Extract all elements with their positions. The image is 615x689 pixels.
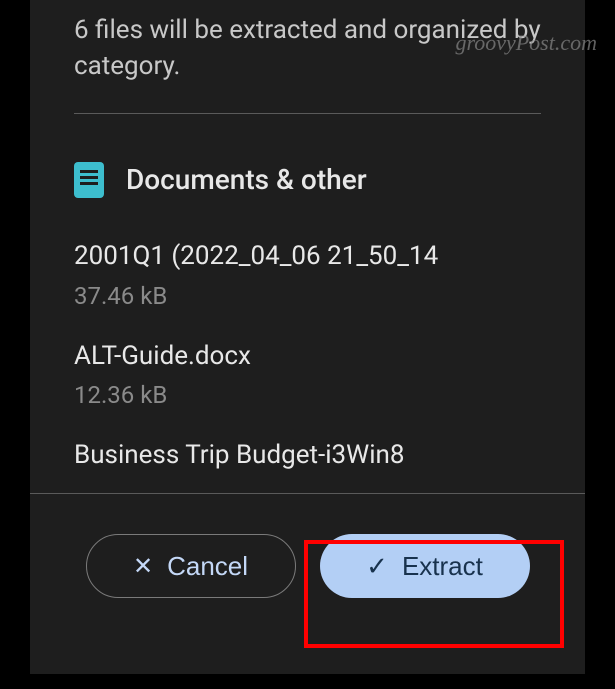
cancel-button[interactable]: ✕ Cancel bbox=[86, 534, 296, 598]
file-name: 2001Q1 (2022_04_06 21_50_14 bbox=[74, 240, 541, 274]
cancel-label: Cancel bbox=[167, 551, 248, 582]
button-row: ✕ Cancel ✓ Extract bbox=[30, 494, 585, 628]
check-icon: ✓ bbox=[366, 551, 388, 582]
file-name: ALT-Guide.docx bbox=[74, 340, 541, 374]
document-icon bbox=[74, 162, 104, 198]
close-icon: ✕ bbox=[133, 552, 153, 581]
file-item[interactable]: ALT-Guide.docx 12.36 kB bbox=[30, 330, 585, 430]
extract-dialog: 6 files will be extracted and organized … bbox=[30, 0, 585, 674]
section-header: Documents & other bbox=[30, 114, 585, 230]
section-title: Documents & other bbox=[126, 163, 367, 196]
file-name: Business Trip Budget-i3Win8 bbox=[74, 439, 541, 473]
file-size: 37.46 kB bbox=[74, 282, 541, 310]
file-item[interactable]: 2001Q1 (2022_04_06 21_50_14 37.46 kB bbox=[30, 230, 585, 330]
extract-button[interactable]: ✓ Extract bbox=[320, 534, 530, 598]
file-size: 12.36 kB bbox=[74, 381, 541, 409]
watermark: groovyPost.com bbox=[455, 30, 597, 56]
dialog-description: 6 files will be extracted and organized … bbox=[30, 0, 585, 113]
extract-label: Extract bbox=[402, 551, 483, 582]
file-item[interactable]: Business Trip Budget-i3Win8 bbox=[30, 429, 585, 493]
